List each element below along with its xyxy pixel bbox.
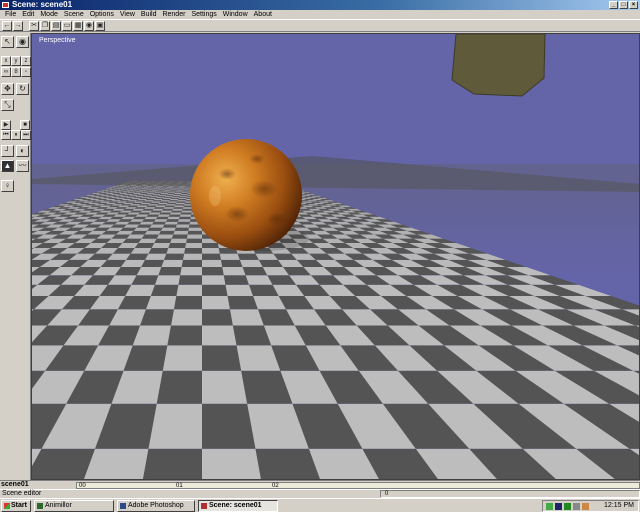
app-icon (201, 503, 207, 509)
window-title: Scene: scene01 (12, 0, 73, 9)
tool-palette: ↖ ◉ x y z ∞ 8 ▫ ✥ ↻ ⤡ ▶ ■ ⏮ ⏸ ⏭ ┘ ◐ ▲ 〰 … (0, 33, 31, 480)
system-tray: 12:15 PM (542, 500, 639, 512)
material-icon[interactable]: ◐ (16, 145, 29, 157)
menu-bar: File Edit Mode Scene Options View Build … (0, 10, 640, 19)
skeleton-icon[interactable]: ┘ (1, 145, 14, 157)
menu-mode[interactable]: Mode (37, 10, 61, 19)
shirt-icon[interactable]: ▲ (1, 160, 14, 172)
forward-icon[interactable]: ⏭ (21, 130, 31, 140)
rotate-icon[interactable]: ↻ (16, 83, 29, 95)
status-text: Scene editor (2, 490, 42, 497)
tray-icon[interactable] (582, 503, 589, 510)
play-icon[interactable]: ▶ (1, 120, 11, 130)
taskbar-item-photoshop[interactable]: Adobe Photoshop (117, 500, 195, 512)
sphere-object[interactable] (190, 139, 302, 251)
menu-file[interactable]: File (2, 10, 19, 19)
network-icon[interactable] (546, 503, 553, 510)
scale-icon[interactable]: ⤡ (1, 99, 14, 111)
axis-y-icon[interactable]: y (11, 56, 21, 66)
menu-build[interactable]: Build (138, 10, 160, 19)
photoshop-icon (120, 503, 126, 509)
axis-x-icon[interactable]: x (1, 56, 11, 66)
start-button[interactable]: Start (1, 500, 31, 512)
link-icon[interactable]: ∞ (1, 67, 11, 77)
clock: 12:15 PM (604, 502, 634, 509)
move-icon[interactable]: ✥ (1, 83, 14, 95)
os-taskbar: Start Animillor Adobe Photoshop Scene: s… (0, 498, 640, 512)
group-icon[interactable]: 8 (11, 67, 21, 77)
rewind-icon[interactable]: ⏮ (1, 130, 11, 140)
frame-field: 0 (380, 490, 640, 498)
maximize-button[interactable]: □ (619, 1, 628, 9)
timeline-bar: scene01 00 01 02 (0, 480, 640, 489)
scene-render (32, 34, 639, 479)
key-icon[interactable]: ♀ (1, 180, 14, 192)
menu-about[interactable]: About (251, 10, 275, 19)
minimize-button[interactable]: _ (609, 1, 618, 9)
volume-icon[interactable] (573, 503, 580, 510)
toolbar-separator (24, 21, 28, 30)
eye-view-icon[interactable]: ◉ (16, 36, 29, 48)
camera-icon[interactable]: ▫ (21, 67, 31, 77)
undo-icon[interactable]: ← (2, 21, 12, 31)
viewport-label: Perspective (39, 37, 76, 44)
frame-all-icon[interactable]: ▣ (95, 21, 105, 31)
axis-z-icon[interactable]: z (21, 56, 31, 66)
menu-scene[interactable]: Scene (61, 10, 87, 19)
taskbar-item-label: Animillor (45, 502, 72, 509)
delete-icon[interactable]: ▭ (62, 21, 72, 31)
status-bar: Scene editor 0 (0, 489, 640, 498)
window-controls: _ □ × (609, 1, 638, 9)
hanging-box-object[interactable] (451, 34, 546, 97)
timeline-scene-name: scene01 (1, 481, 29, 488)
copy-icon[interactable]: ❐ (40, 21, 50, 31)
taskbar-item-label: Scene: scene01 (209, 502, 262, 509)
zoom-icon[interactable]: ◉ (84, 21, 94, 31)
taskbar-item-animillor[interactable]: Animillor (34, 500, 114, 512)
redo-icon[interactable]: → (13, 21, 23, 31)
window-titlebar: Scene: scene01 _ □ × (0, 0, 640, 10)
grid-icon[interactable]: ▦ (73, 21, 83, 31)
taskbar-item-label: Adobe Photoshop (128, 502, 184, 509)
app-icon (2, 2, 9, 8)
select-arrow-icon[interactable]: ↖ (1, 36, 14, 48)
app-tray-icon[interactable] (564, 503, 571, 510)
timeline-track[interactable]: 00 01 02 (76, 482, 640, 489)
menu-settings[interactable]: Settings (188, 10, 219, 19)
monitor-icon[interactable] (555, 503, 562, 510)
paste-icon[interactable]: ▤ (51, 21, 61, 31)
menu-render[interactable]: Render (159, 10, 188, 19)
menu-edit[interactable]: Edit (19, 10, 37, 19)
bend-icon[interactable]: 〰 (16, 160, 29, 172)
menu-options[interactable]: Options (87, 10, 117, 19)
taskbar-item-scene[interactable]: Scene: scene01 (198, 500, 278, 512)
app-icon (37, 503, 43, 509)
menu-window[interactable]: Window (220, 10, 251, 19)
menu-view[interactable]: View (117, 10, 138, 19)
pause-icon[interactable]: ⏸ (11, 130, 21, 140)
perspective-viewport[interactable]: Perspective (31, 33, 640, 480)
floor-haze (32, 164, 639, 479)
stop-icon[interactable]: ■ (20, 120, 30, 130)
cut-icon[interactable]: ✂ (29, 21, 39, 31)
main-toolbar: ← → ✂ ❐ ▤ ▭ ▦ ◉ ▣ (0, 19, 640, 32)
close-button[interactable]: × (629, 1, 638, 9)
